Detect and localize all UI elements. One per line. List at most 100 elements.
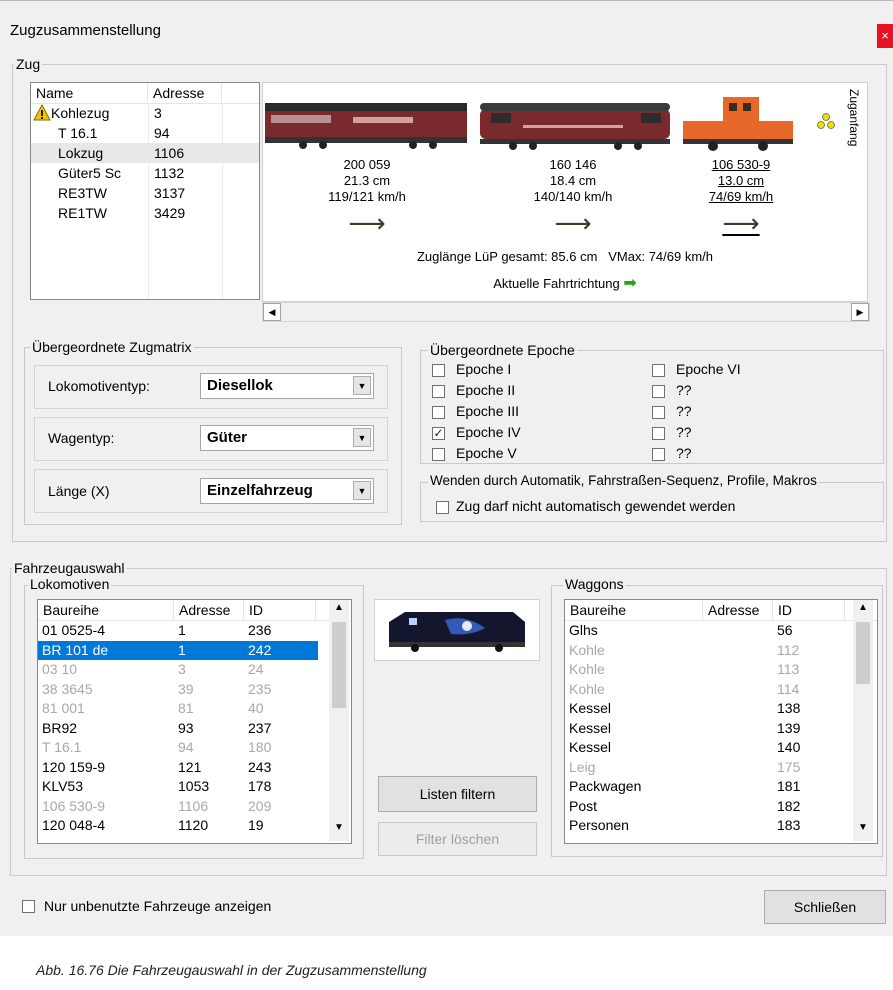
train-list[interactable]: Name Adresse Kohlezug 3 T 16.1 94 Lokzug 1106… <box>30 82 260 300</box>
vehicle-row[interactable]: Kohle 114 <box>565 680 850 699</box>
train-name: Lokzug <box>58 145 104 161</box>
col-header-adresse[interactable]: Adresse <box>148 83 222 103</box>
scroll-thumb[interactable] <box>856 622 870 684</box>
col-header-name[interactable]: Name <box>31 83 148 103</box>
lokomotiventyp-label: Lokomotiventyp: <box>48 378 150 394</box>
vehicle-row[interactable]: T 16.1 94 180 <box>38 738 318 757</box>
epoche-checkbox[interactable] <box>432 385 445 398</box>
vehicle-row[interactable]: Post 182 <box>565 797 850 816</box>
vehicle-row[interactable]: Kessel 140 <box>565 738 850 757</box>
vehicle-row[interactable]: 120 048-4 1120 19 <box>38 816 318 835</box>
vehicle-info-2[interactable]: 160 146 18.4 cm 140/140 km/h ⟶ <box>473 157 673 236</box>
waggons-list[interactable]: Baureihe Adresse ID Glhs 56 Kohle 112 Kohle 1… <box>564 599 878 844</box>
scroll-down-button[interactable]: ▼ <box>329 822 349 833</box>
chevron-down-icon[interactable]: ▼ <box>353 481 371 500</box>
cell-id: 181 <box>777 778 801 794</box>
lokomotiven-vscroll[interactable]: ▲ ▼ <box>329 600 349 841</box>
scroll-down-button[interactable]: ▼ <box>853 822 873 833</box>
train-adresse: 94 <box>154 125 170 141</box>
vehicle-image-3 <box>683 97 793 151</box>
waggons-vscroll[interactable]: ▲ ▼ <box>853 600 873 841</box>
wenden-checkbox-label: Zug darf nicht automatisch gewendet werd… <box>456 498 736 514</box>
epoche-checkbox[interactable] <box>652 364 665 377</box>
cell-id: 183 <box>777 817 801 833</box>
cell-baureihe: Kohle <box>569 680 605 697</box>
train-row[interactable]: RE1TW 3429 <box>31 203 259 223</box>
scroll-up-button[interactable]: ▲ <box>853 602 873 613</box>
epoche-checkbox[interactable] <box>652 448 665 461</box>
vehicle-row[interactable]: 01 0525-4 1 236 <box>38 621 318 640</box>
schliessen-button[interactable]: Schließen <box>764 890 886 924</box>
epoche-label: Epoche V <box>456 445 517 461</box>
train-row[interactable]: Kohlezug 3 <box>31 103 259 123</box>
vehicle-row[interactable]: Leig 175 <box>565 758 850 777</box>
direction-row: Aktuelle Fahrtrichtung ➡ <box>263 273 867 293</box>
train-name: Kohlezug <box>51 105 110 121</box>
col-header-baureihe[interactable]: Baureihe <box>565 600 703 620</box>
vehicle-row[interactable]: 03 10 3 24 <box>38 660 318 679</box>
vehicle-2-direction-icon[interactable]: ⟶ <box>473 210 673 236</box>
vehicle-row[interactable]: BR 101 de 1 242 <box>38 640 318 660</box>
epoche-checkbox[interactable]: ✓ <box>432 427 445 440</box>
scroll-left-button[interactable]: ◀ <box>263 303 281 321</box>
vehicle-row[interactable]: Kessel 138 <box>565 699 850 718</box>
wenden-checkbox[interactable] <box>436 501 449 514</box>
vehicle-row[interactable]: Packwagen 181 <box>565 777 850 796</box>
epoche-checkbox[interactable] <box>432 406 445 419</box>
vehicle-row[interactable]: Glhs 56 <box>565 621 850 640</box>
cell-baureihe: 120 048-4 <box>42 817 106 833</box>
close-button[interactable]: × <box>877 24 893 48</box>
train-row[interactable]: Lokzug 1106 <box>31 143 259 163</box>
cell-id: 209 <box>248 797 272 814</box>
vehicle-row[interactable]: Kohle 113 <box>565 660 850 679</box>
col-header-baureihe[interactable]: Baureihe <box>38 600 174 620</box>
epoche-checkbox[interactable] <box>652 385 665 398</box>
epoche-checkbox[interactable] <box>432 448 445 461</box>
laenge-dropdown[interactable]: Einzelfahrzeug ▼ <box>200 478 374 504</box>
vehicle-info-3[interactable]: 106 530-9 13.0 cm 74/69 km/h ⟶ <box>683 157 799 236</box>
window-title: Zugzusammenstellung <box>10 22 161 39</box>
col-header-adresse[interactable]: Adresse <box>174 600 244 620</box>
wagentyp-dropdown[interactable]: Güter ▼ <box>200 425 374 451</box>
vehicle-row[interactable]: 106 530-9 1106 209 <box>38 797 318 816</box>
cell-adresse: 1106 <box>178 797 209 814</box>
filter-loeschen-button[interactable]: Filter löschen <box>378 822 537 856</box>
train-preview-hscroll[interactable]: ◀ ▶ <box>262 302 870 322</box>
train-preview[interactable]: 200 059 21.3 cm 119/121 km/h ⟶ 160 146 1… <box>262 82 868 302</box>
chevron-down-icon[interactable]: ▼ <box>353 428 371 447</box>
scroll-up-button[interactable]: ▲ <box>329 602 349 613</box>
vehicle-info-1[interactable]: 200 059 21.3 cm 119/121 km/h ⟶ <box>263 157 471 236</box>
epoche-checkbox[interactable] <box>432 364 445 377</box>
train-row[interactable]: T 16.1 94 <box>31 123 259 143</box>
train-row[interactable]: RE3TW 3137 <box>31 183 259 203</box>
vehicle-row[interactable]: KLV53 1053 178 <box>38 777 318 796</box>
scroll-thumb[interactable] <box>332 622 346 708</box>
vehicle-row[interactable]: Kohle 112 <box>565 641 850 660</box>
col-header-id[interactable]: ID <box>244 600 316 620</box>
lokomotiventyp-dropdown[interactable]: Diesellok ▼ <box>200 373 374 399</box>
vehicle-row[interactable]: 81 001 81 40 <box>38 699 318 718</box>
vehicle-1-direction-icon[interactable]: ⟶ <box>263 210 471 236</box>
cell-adresse: 3 <box>178 661 186 677</box>
unbenutzt-checkbox[interactable] <box>22 900 35 913</box>
vehicle-image-2 <box>480 103 670 150</box>
vehicle-2-length: 18.4 cm <box>549 173 597 188</box>
cell-baureihe: Kessel <box>569 700 612 716</box>
vehicle-row[interactable]: 38 3645 39 235 <box>38 680 318 699</box>
vehicle-3-direction-icon[interactable]: ⟶ <box>683 210 799 236</box>
vehicle-row[interactable]: BR92 93 237 <box>38 719 318 738</box>
vehicle-row[interactable]: Kessel 139 <box>565 719 850 738</box>
chevron-down-icon[interactable]: ▼ <box>353 376 371 395</box>
vehicle-row[interactable]: 120 159-9 121 243 <box>38 758 318 777</box>
col-header-adresse[interactable]: Adresse <box>703 600 773 620</box>
vehicle-row[interactable]: Personen 183 <box>565 816 850 835</box>
epoche-checkbox[interactable] <box>652 406 665 419</box>
lokomotiven-list[interactable]: Baureihe Adresse ID 01 0525-4 1 236 BR 101 … <box>37 599 352 844</box>
train-row[interactable]: Güter5 Sc 1132 <box>31 163 259 183</box>
cell-baureihe: BR 101 de <box>42 641 109 658</box>
listen-filtern-button[interactable]: Listen filtern <box>378 776 537 812</box>
scroll-right-button[interactable]: ▶ <box>851 303 869 321</box>
epoche-checkbox[interactable] <box>652 427 665 440</box>
col-header-id[interactable]: ID <box>773 600 845 620</box>
cell-id: 175 <box>777 758 801 775</box>
